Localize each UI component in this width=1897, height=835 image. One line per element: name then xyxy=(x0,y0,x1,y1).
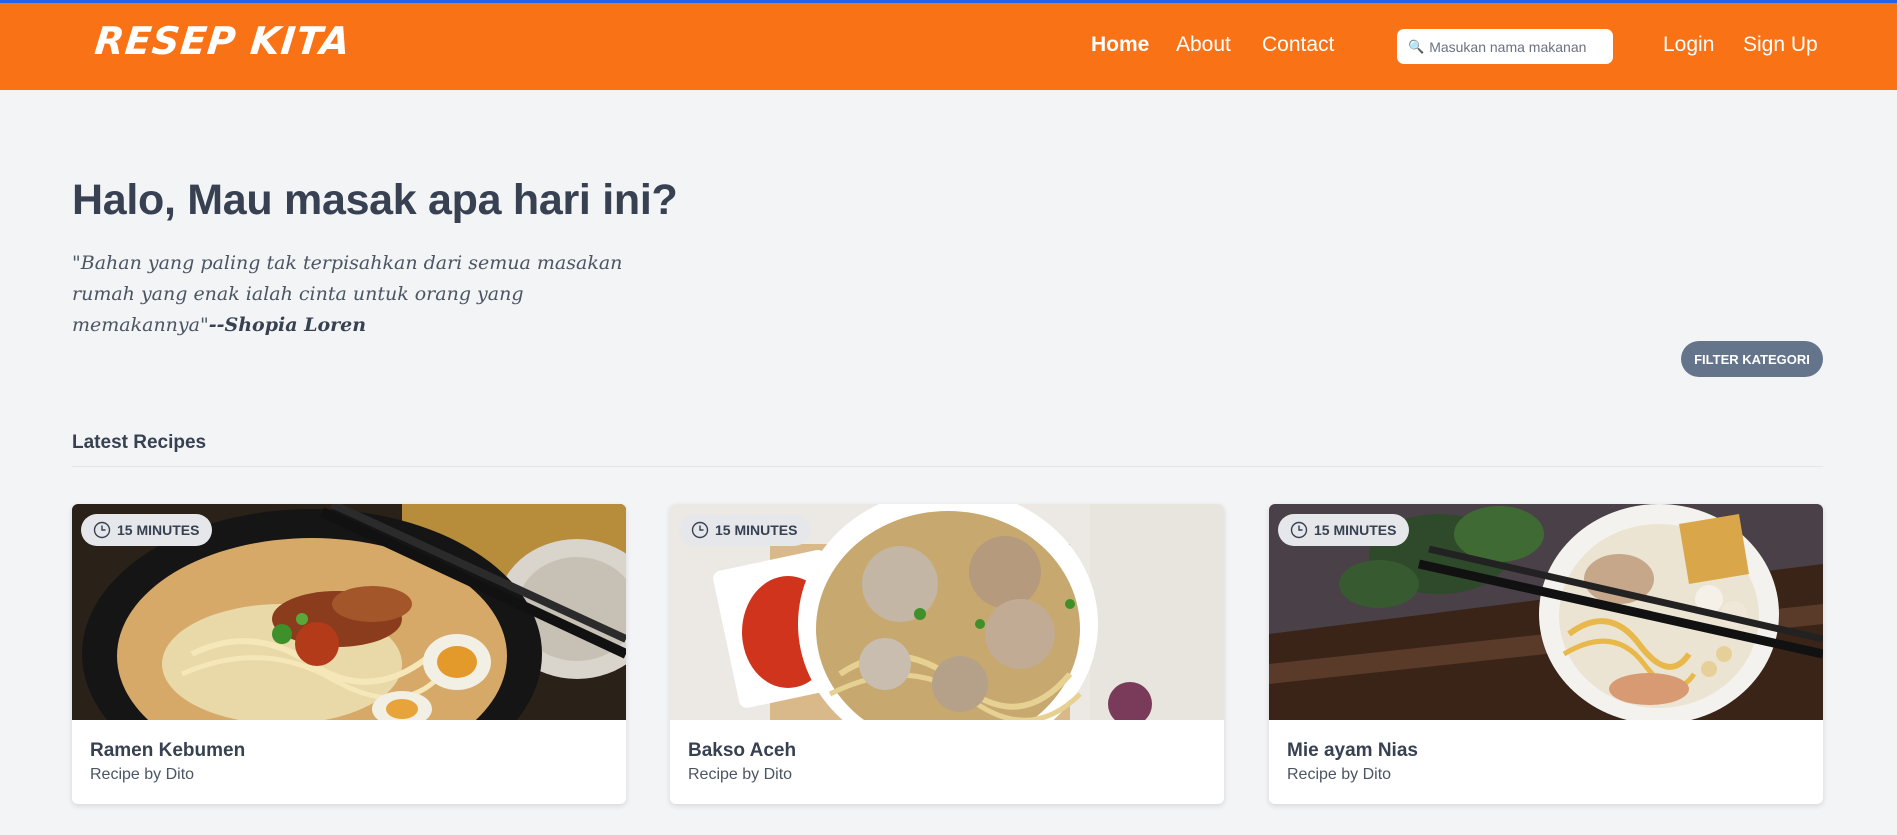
recipe-author: Recipe by Dito xyxy=(90,766,195,783)
search-icon: 🔍 xyxy=(1408,38,1425,54)
time-label: 15 MINUTES xyxy=(1314,522,1397,538)
time-label: 15 MINUTES xyxy=(715,522,798,538)
nav-about[interactable]: About xyxy=(1176,33,1231,57)
login-link[interactable]: Login xyxy=(1663,33,1714,57)
time-badge: 15 MINUTES xyxy=(81,514,213,546)
nav-home[interactable]: Home xyxy=(1091,33,1149,57)
hero-title: Halo, Mau masak apa hari ini? xyxy=(72,176,678,224)
top-accent-line xyxy=(0,0,1897,3)
clock-icon xyxy=(93,521,111,539)
recipe-author: Recipe by Dito xyxy=(1287,766,1392,783)
filter-kategori-button[interactable]: FILTER KATEGORI xyxy=(1681,341,1823,377)
section-title: Latest Recipes xyxy=(72,432,207,453)
time-label: 15 MINUTES xyxy=(117,522,200,538)
search-input[interactable] xyxy=(1427,37,1612,56)
clock-icon xyxy=(691,521,709,539)
logo[interactable]: RESEP KITA xyxy=(93,19,353,63)
recipe-author: Recipe by Dito xyxy=(688,766,793,783)
recipe-title[interactable]: Mie ayam Nias xyxy=(1287,740,1418,762)
quote-author: --Shopia Loren xyxy=(208,314,367,336)
time-badge: 15 MINUTES xyxy=(1278,514,1410,546)
recipe-card-bakso[interactable]: 15 MINUTES Bakso Aceh Recipe by Dito xyxy=(670,504,1224,804)
recipe-card-ramen[interactable]: 15 MINUTES Ramen Kebumen Recipe by Dito xyxy=(72,504,626,804)
recipe-card-mie-ayam[interactable]: 15 MINUTES Mie ayam Nias Recipe by Dito xyxy=(1269,504,1823,804)
search-box[interactable]: 🔍 xyxy=(1397,29,1613,64)
hero-quote: "Bahan yang paling tak terpisahkan dari … xyxy=(72,248,652,341)
signup-link[interactable]: Sign Up xyxy=(1743,33,1818,57)
divider xyxy=(72,466,1823,467)
time-badge: 15 MINUTES xyxy=(679,514,811,546)
recipe-title[interactable]: Bakso Aceh xyxy=(688,740,796,762)
nav-contact[interactable]: Contact xyxy=(1262,33,1334,57)
recipe-title[interactable]: Ramen Kebumen xyxy=(90,740,245,762)
clock-icon xyxy=(1290,521,1308,539)
header: RESEP KITA Home About Contact 🔍 Login Si… xyxy=(0,0,1897,90)
